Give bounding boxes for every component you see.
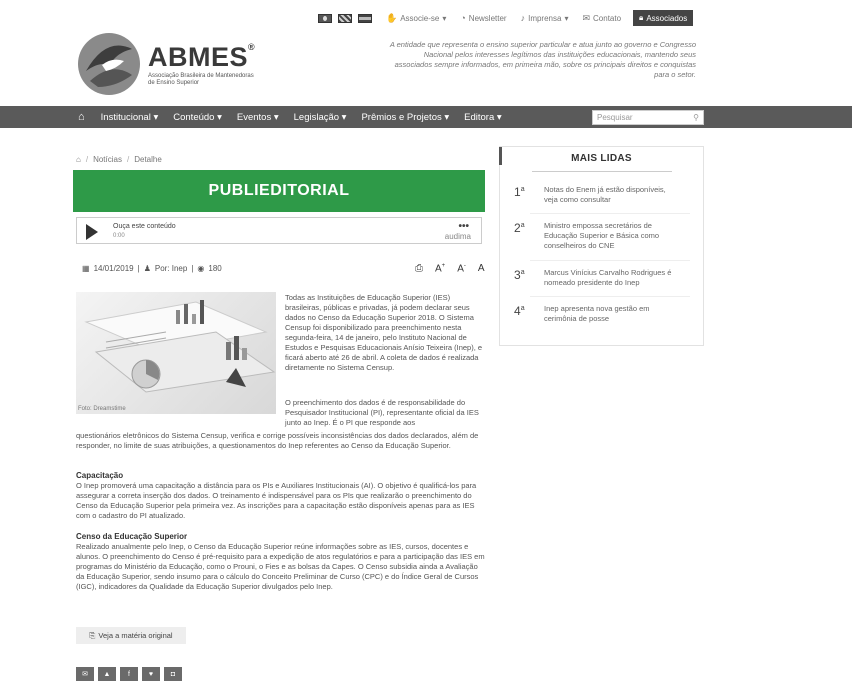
font-increase-button[interactable]: A+	[435, 263, 445, 274]
article-meta: ▦ 14/01/2019 | ♟ Por: Inep | ◉ 180	[82, 264, 222, 273]
user-icon: ♟	[143, 264, 151, 273]
tagline: A entidade que representa o ensino super…	[389, 40, 696, 79]
calendar-icon: ▦	[82, 264, 90, 273]
charts-papers-illustration	[84, 300, 276, 393]
associados-button[interactable]: 🔒︎ Associados	[633, 10, 694, 26]
mais-lidas-sidebar: MAIS LIDAS 1a Notas do Enem já estão dis…	[499, 146, 704, 346]
section-title-censo: Censo da Educação Superior	[76, 532, 188, 541]
logo-mark-icon	[78, 33, 140, 95]
mais-lidas-text: Ministro empossa secretários de Educação…	[544, 221, 660, 250]
nav-item-legislacao[interactable]: Legislação ▾	[294, 112, 347, 123]
search-icon[interactable]: ⚲	[693, 113, 699, 122]
player-brand: audima	[444, 232, 471, 241]
nav-item-conteudo[interactable]: Conteúdo ▾	[173, 112, 222, 123]
nav-items: ⌂ Institucional ▾ Conteúdo ▾ Eventos ▾ L…	[78, 106, 517, 128]
nav-item-editora[interactable]: Editora ▾	[464, 112, 502, 123]
rank-label: 1a	[514, 185, 525, 199]
article-image: Foto: Dreamstime	[76, 292, 276, 414]
mais-lidas-item-4[interactable]: 4a Inep apresenta nova gestão em cerimôn…	[514, 304, 694, 324]
article-date: 14/01/2019	[93, 264, 134, 273]
image-caption: Foto: Dreamstime	[78, 406, 126, 412]
nav-item-premios[interactable]: Prêmios e Projetos ▾	[361, 112, 449, 123]
article-paragraph-1: Todas as Instituições de Educação Superi…	[285, 293, 483, 372]
twitter-share-icon[interactable]: ♥	[142, 667, 160, 681]
sidebar-title: MAIS LIDAS	[571, 153, 632, 164]
nav-item-eventos[interactable]: Eventos ▾	[237, 112, 279, 123]
rss-icon: ◔	[460, 13, 466, 23]
article-paragraph-2b: questionários eletrônicos do Sistema Cen…	[76, 431, 479, 450]
player-time: 0:00	[113, 233, 125, 239]
handshake-icon: ✋	[386, 12, 398, 23]
article-tools: ⎙ A+ A- A	[415, 263, 485, 274]
article-author: Por: Inep	[154, 264, 188, 273]
mais-lidas-item-3[interactable]: 3a Marcus Vinícius Carvalho Rodrigues é …	[514, 268, 694, 288]
logo-text: ABMES® Associação Brasileira de Mantened…	[148, 42, 258, 87]
associe-se-link[interactable]: ✋ Associe-se ▾	[386, 13, 446, 24]
nav-item-institucional[interactable]: Institucional ▾	[101, 112, 159, 123]
rank-label: 3a	[514, 268, 525, 282]
logo-title: ABMES®	[148, 41, 256, 72]
mail-icon: ✉	[582, 12, 591, 23]
main-navbar: ⌂ Institucional ▾ Conteúdo ▾ Eventos ▾ L…	[0, 106, 852, 128]
eye-icon: ◉	[197, 264, 205, 273]
facebook-share-icon[interactable]: f	[120, 667, 138, 681]
home-icon[interactable]: ⌂	[76, 155, 81, 164]
mais-lidas-item-1[interactable]: 1a Notas do Enem já estão disponíveis, v…	[514, 185, 694, 205]
print-icon[interactable]: ⎙	[415, 263, 423, 274]
paperclip-icon: ⎘	[89, 630, 96, 640]
uk-flag-icon[interactable]	[338, 13, 352, 23]
mais-lidas-text: Notas do Enem já estão disponíveis, veja…	[544, 185, 666, 204]
share-buttons: ✉ ▲ f ♥ ◘	[76, 667, 182, 681]
section-title-capacitacao: Capacitação	[76, 471, 124, 480]
utility-bar: ✋ Associe-se ▾ ◔ Newsletter ♪ Imprensa ▾ ✉ C…	[318, 9, 694, 27]
es-flag-icon[interactable]	[358, 13, 372, 23]
article-paragraph-2a: O preenchimento dos dados é de responsab…	[285, 398, 479, 427]
play-icon[interactable]	[86, 224, 98, 240]
rank-label: 2a	[514, 221, 525, 235]
breadcrumb-noticias[interactable]: Notícias	[93, 155, 122, 164]
player-title: Ouça este conteúdo	[113, 223, 176, 230]
mais-lidas-item-2[interactable]: 2a Ministro empossa secretários de Educa…	[514, 221, 694, 251]
logo-subtitle: Associação Brasileira de Mantenedoras de…	[148, 72, 254, 86]
player-menu-button[interactable]: •••	[458, 221, 469, 232]
newsletter-link[interactable]: ◔ Newsletter	[460, 13, 506, 23]
publieditorial-banner: PUBLIEDITORIAL	[73, 170, 485, 212]
lock-icon: 🔒︎	[639, 13, 644, 22]
mais-lidas-text: Inep apresenta nova gestão em cerimônia …	[544, 304, 650, 323]
mic-icon: ♪	[520, 13, 526, 23]
whatsapp-share-icon[interactable]: ◘	[164, 667, 182, 681]
contato-link[interactable]: ✉ Contato	[582, 13, 621, 24]
breadcrumb-detalhe: Detalhe	[134, 155, 162, 164]
search-input[interactable]: Pesquisar ⚲	[592, 110, 704, 125]
br-flag-icon[interactable]	[318, 13, 332, 23]
imprensa-link[interactable]: ♪ Imprensa ▾	[521, 13, 569, 23]
rank-label: 4a	[514, 304, 525, 318]
email-share-icon[interactable]: ✉	[76, 667, 94, 681]
print-share-icon[interactable]: ▲	[98, 667, 116, 681]
breadcrumb: ⌂ / Notícias / Detalhe	[76, 155, 162, 164]
font-reset-button[interactable]: A	[478, 263, 485, 274]
font-decrease-button[interactable]: A-	[457, 263, 466, 274]
article-views: 180	[208, 264, 222, 273]
mais-lidas-text: Marcus Vinícius Carvalho Rodrigues é nom…	[544, 268, 672, 287]
section-text-capacitacao: O Inep promoverá uma capacitação a distâ…	[76, 481, 477, 520]
abmes-logo[interactable]: ABMES® Associação Brasileira de Mantened…	[76, 31, 258, 97]
original-article-link[interactable]: ⎘ Veja a matéria original	[76, 627, 186, 644]
section-text-censo: Realizado anualmente pelo Inep, o Censo …	[76, 542, 485, 591]
audio-player: Ouça este conteúdo 0:00 ••• audima	[76, 217, 482, 244]
home-icon[interactable]: ⌂	[78, 111, 85, 123]
